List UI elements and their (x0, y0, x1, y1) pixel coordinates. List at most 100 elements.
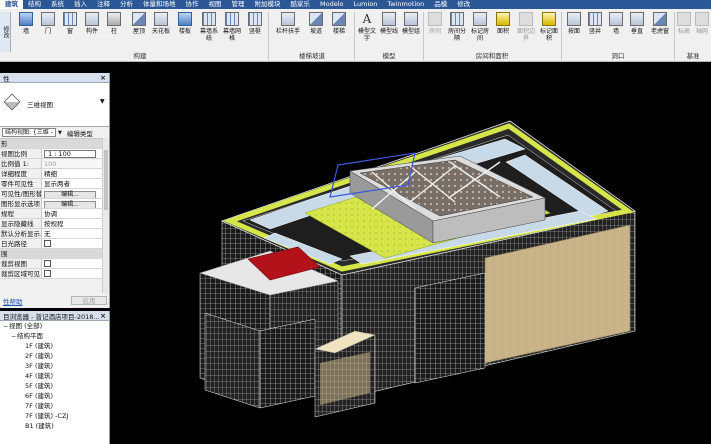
roof-tool-button[interactable]: 屋顶 (128, 12, 150, 35)
close-icon[interactable]: × (100, 74, 106, 82)
tab-14[interactable]: Twinmotion (382, 0, 429, 9)
room-tool-button[interactable]: 房间 (424, 12, 446, 35)
type-selector[interactable]: 三维视图 ▼ (0, 83, 109, 127)
property-value[interactable]: 编辑... (42, 189, 109, 198)
property-label: 默认分析显示... (1, 229, 42, 238)
property-row: 视图比例 1 : 100 (0, 149, 109, 159)
tree-item[interactable]: 7F (建筑) (0, 401, 109, 411)
property-value[interactable]: 精细 (42, 169, 109, 178)
tree-item[interactable]: 5F (建筑) (0, 381, 109, 391)
collapse-icon[interactable]: − (2, 322, 9, 331)
tree-item[interactable]: −结构平面 (0, 331, 109, 341)
tree-item[interactable]: 6F (建筑) (0, 391, 109, 401)
tab-7[interactable]: 协作 (181, 0, 204, 9)
vertical-opening-tool-button[interactable]: 垂直 (626, 12, 648, 35)
tab-8[interactable]: 视图 (204, 0, 227, 9)
tree-item[interactable]: 1F (建筑) (0, 341, 109, 351)
modify-button[interactable]: 修改 (0, 12, 11, 52)
area-boundary-tool-button[interactable]: 面积边界 (515, 12, 537, 42)
apply-button[interactable]: 应用 (71, 296, 107, 305)
tab-16[interactable]: 修改 (452, 0, 475, 9)
property-input[interactable]: 1 : 100 (44, 150, 96, 158)
tab-5[interactable]: 分析 (115, 0, 138, 9)
tab-13[interactable]: Lumion (349, 0, 383, 9)
property-value[interactable]: 编辑... (42, 199, 109, 208)
tab-15[interactable]: 品模 (429, 0, 452, 9)
property-checkbox[interactable] (44, 240, 51, 247)
curtain-system-tool-button[interactable]: 幕墙系统 (198, 12, 220, 42)
edit-button[interactable]: 编辑... (44, 201, 96, 208)
window-tool-button[interactable]: 窗 (59, 12, 81, 35)
stair-tool-button[interactable]: 楼梯 (328, 12, 350, 35)
tab-4[interactable]: 注释 (92, 0, 115, 9)
close-icon[interactable]: × (100, 312, 106, 320)
property-checkbox[interactable] (44, 270, 51, 277)
railing-tool-button[interactable]: 栏杆扶手 (275, 12, 301, 35)
room-separator-tool-button[interactable]: 房间分隔 (446, 12, 468, 42)
tree-item[interactable]: 2F (建筑) (0, 351, 109, 361)
tree-item[interactable]: 3F (建筑) (0, 361, 109, 371)
property-value[interactable]: 按规程 (42, 219, 109, 228)
property-value[interactable] (42, 259, 109, 268)
tree-item-label: 7F (建筑) (25, 402, 54, 410)
building-model-render[interactable] (110, 63, 711, 444)
tree-item[interactable]: −视图 (全部) (0, 321, 109, 331)
property-value[interactable]: 1 : 100 (42, 149, 109, 158)
tab-12[interactable]: Modelo (315, 0, 349, 9)
dormer-tool-button[interactable]: 老虎窗 (647, 12, 673, 35)
curtain-grid-tool-button[interactable]: 幕墙网格 (221, 12, 243, 42)
property-section[interactable]: 围 (0, 249, 109, 259)
door-tool-button[interactable]: 门 (37, 12, 59, 35)
property-value[interactable]: 无 (42, 229, 109, 238)
collapse-icon[interactable]: − (10, 332, 17, 341)
property-section[interactable]: 形 (0, 139, 109, 149)
ramp-tool-button[interactable]: 坡道 (305, 12, 327, 35)
properties-scrollbar[interactable] (102, 138, 109, 293)
stair-icon (332, 12, 346, 26)
floor-tool-button[interactable]: 楼板 (174, 12, 196, 35)
property-value[interactable] (42, 239, 109, 248)
properties-help-link[interactable]: 性帮助 (3, 296, 23, 306)
tree-item-label: 7F (建筑) -CZJ (25, 412, 69, 420)
tree-item[interactable]: 7F (建筑) -CZJ (0, 411, 109, 421)
tab-10[interactable]: 附加模块 (250, 0, 286, 9)
tree-item[interactable]: B1 (建筑) (0, 421, 109, 431)
model-line-tool-button[interactable]: 模型线 (378, 12, 400, 35)
3d-viewport[interactable] (110, 63, 711, 444)
wall-opening-tool-button[interactable]: 墙 (605, 12, 627, 35)
wall-tool-button[interactable]: 墙 (15, 12, 37, 35)
mullion-tool-button[interactable]: 竖梃 (244, 12, 266, 35)
edit-type-button[interactable]: 编辑类型 (67, 128, 93, 138)
tree-item[interactable]: 4F (建筑) (0, 371, 109, 381)
tab-11[interactable]: 酷家乐 (286, 0, 316, 9)
tab-3[interactable]: 插入 (69, 0, 92, 9)
grid-tool-button[interactable]: 轴网 (693, 12, 711, 35)
model-text-tool-button[interactable]: A 模型文字 (356, 12, 378, 42)
tab-0[interactable]: 建筑 (0, 0, 23, 9)
view-instance-dropdown[interactable]: 结构视图: {三维 - CZJ (2, 128, 56, 137)
column-tool-button[interactable]: 柱 (103, 12, 125, 35)
component-tool-button[interactable]: 构件 (81, 12, 103, 35)
tab-1[interactable]: 结构 (23, 0, 46, 9)
tag-area-tool-button[interactable]: 标记面积 (538, 12, 560, 42)
shaft-tool-button[interactable]: 竖井 (584, 12, 606, 35)
property-value[interactable]: 协调 (42, 209, 109, 218)
ramp-icon (309, 12, 323, 26)
property-row: 图形显示选项 编辑... (0, 199, 109, 209)
property-checkbox[interactable] (44, 260, 51, 267)
ceiling-tool-button[interactable]: 天花板 (150, 12, 172, 35)
scrollbar-thumb[interactable] (104, 150, 108, 210)
type-name: 三维视图 (27, 101, 53, 109)
tag-room-tool-button[interactable]: 标记房间 (469, 12, 491, 42)
model-group-tool-button[interactable]: 模型组 (400, 12, 422, 35)
model-group-label: 模型 (382, 52, 396, 60)
tab-9[interactable]: 管理 (227, 0, 250, 9)
edit-button[interactable]: 编辑... (44, 191, 96, 198)
tab-6[interactable]: 体量和场地 (138, 0, 181, 9)
level-tool-button[interactable]: 标高 (675, 12, 693, 35)
by-face-tool-button[interactable]: 按面 (563, 12, 585, 35)
property-value[interactable] (42, 269, 109, 278)
area-tool-button[interactable]: 面积 (492, 12, 514, 35)
property-value[interactable]: 显示两者 (42, 179, 109, 188)
tab-2[interactable]: 系统 (46, 0, 69, 9)
